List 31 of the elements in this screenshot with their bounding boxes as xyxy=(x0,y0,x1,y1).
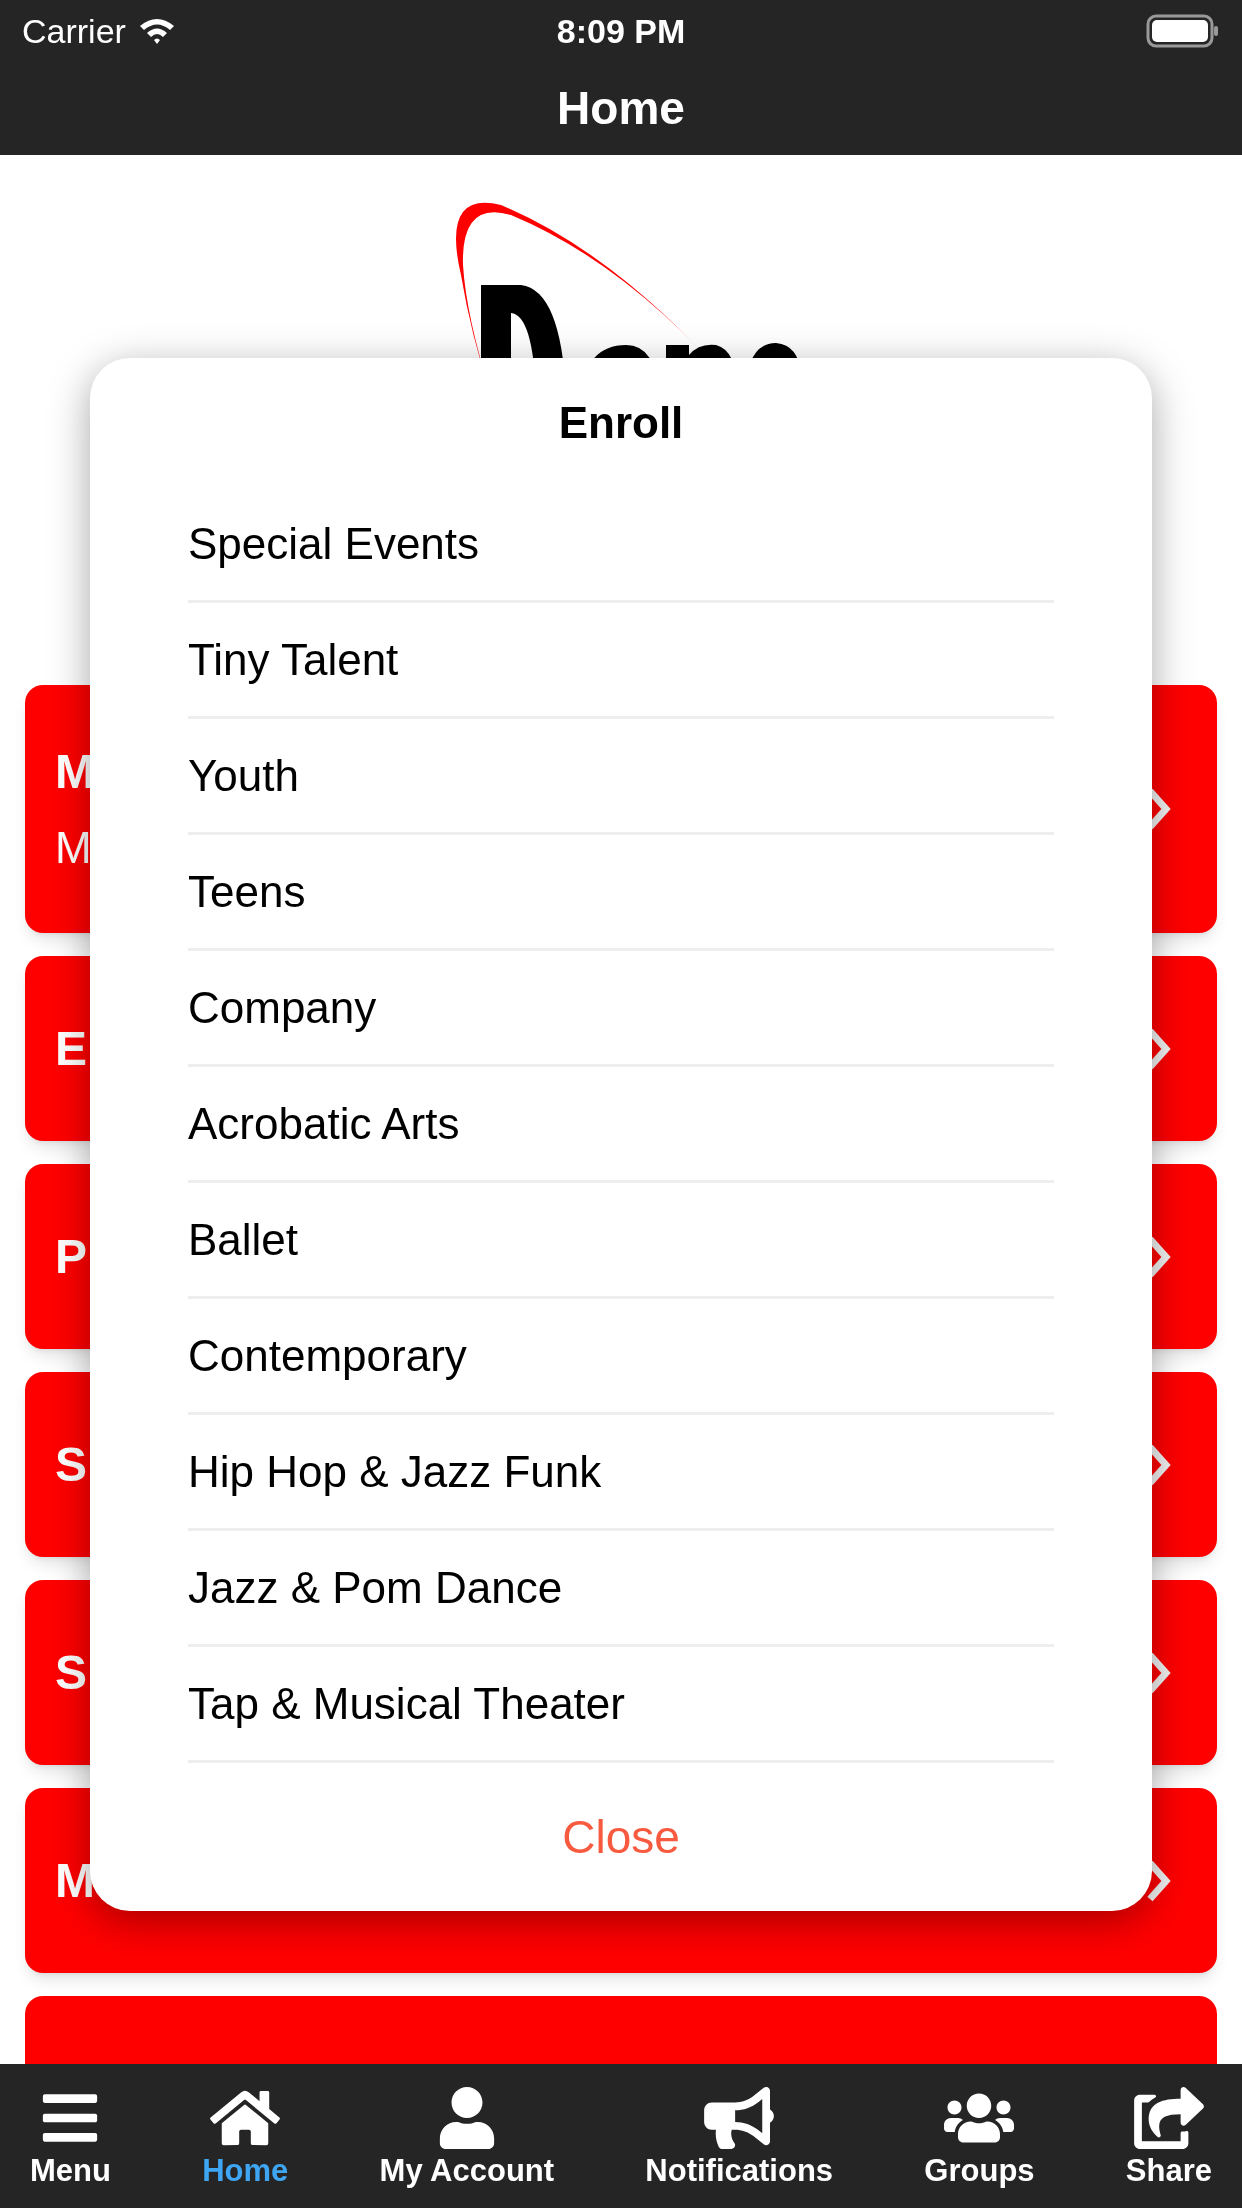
dialog-title: Enroll xyxy=(558,396,684,449)
dialog-option[interactable]: Ballet xyxy=(188,1183,1054,1299)
tab-item[interactable]: Home xyxy=(202,2086,289,2186)
dialog-option[interactable]: Teens xyxy=(188,835,1054,951)
tab-item[interactable]: Menu xyxy=(30,2086,111,2186)
card-title: P xyxy=(55,1232,87,1281)
megaphone-icon xyxy=(704,2086,775,2149)
card-title: S xyxy=(55,1440,87,1489)
dialog-option[interactable]: Company xyxy=(188,951,1054,1067)
dialog-option[interactable]: Special Events xyxy=(188,487,1054,603)
dialog-option[interactable]: Tap & Musical Theater xyxy=(188,1647,1054,1763)
card-title: S xyxy=(55,1648,87,1697)
nav-title: Home xyxy=(557,81,685,136)
dialog-option[interactable]: Contemporary xyxy=(188,1299,1054,1415)
tab-item[interactable]: Share xyxy=(1125,2086,1212,2186)
card-subtitle: M xyxy=(55,826,93,870)
tab-item[interactable]: Notifications xyxy=(645,2086,834,2186)
card-title: E xyxy=(55,1024,87,1073)
chevron-icon xyxy=(1146,1858,1172,1903)
share-icon xyxy=(1133,2086,1204,2149)
tab-item[interactable]: My Account xyxy=(379,2086,555,2186)
dialog-option[interactable]: Hip Hop & Jazz Funk xyxy=(188,1415,1054,1531)
tab-item[interactable]: Groups xyxy=(924,2086,1035,2186)
carrier-text: Carrier xyxy=(22,10,126,52)
dialog-option[interactable]: Tiny Talent xyxy=(188,603,1054,719)
dialog-option[interactable]: Youth xyxy=(188,719,1054,835)
battery-icon xyxy=(1146,14,1220,48)
dialog-option[interactable]: Jazz & Pom Dance xyxy=(188,1531,1054,1647)
clock-text: 8:09 PM xyxy=(556,10,686,52)
dialog-option[interactable]: Acrobatic Arts xyxy=(188,1067,1054,1183)
card-title: M xyxy=(55,1856,95,1905)
